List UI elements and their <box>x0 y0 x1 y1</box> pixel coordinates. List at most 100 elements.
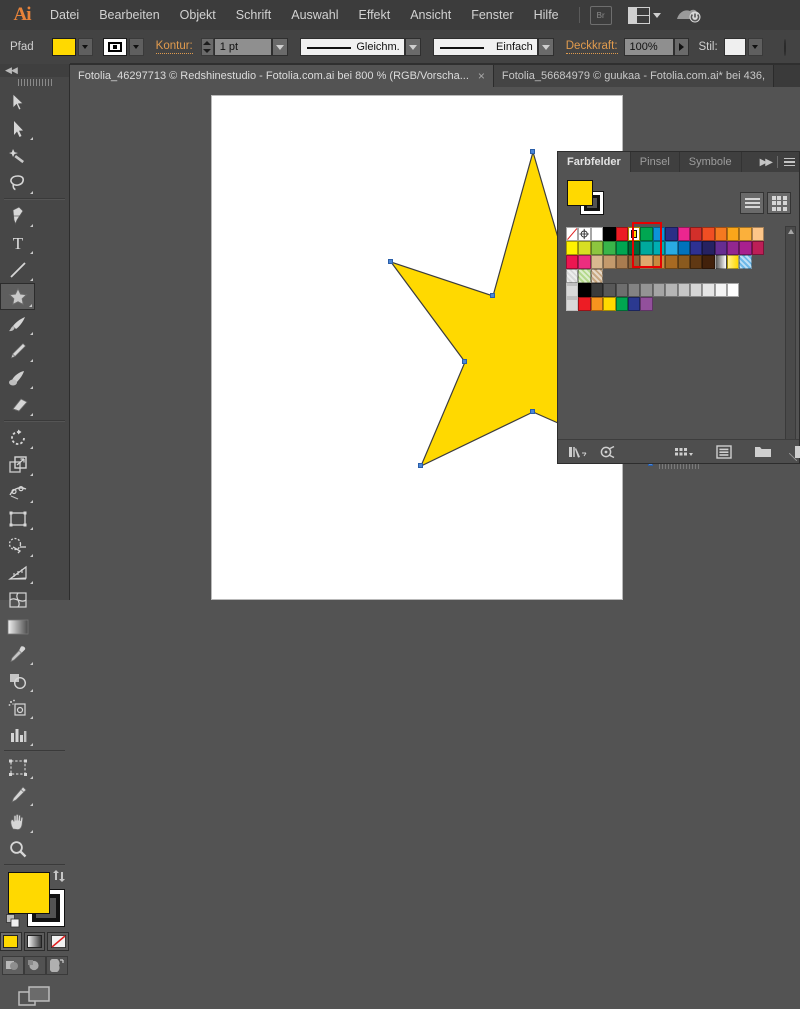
swatch-cell[interactable] <box>702 241 715 255</box>
swatch-cell[interactable] <box>689 283 703 297</box>
opacity-label[interactable]: Deckkraft: <box>565 40 618 54</box>
swatch-cell[interactable] <box>578 255 591 269</box>
swatch-cell[interactable] <box>714 241 728 255</box>
color-group-folder-icon[interactable] <box>566 283 579 297</box>
swatch-list-options-button[interactable] <box>716 444 732 459</box>
tool-width[interactable] <box>0 478 35 505</box>
swatch-registration[interactable] <box>578 227 591 241</box>
show-swatch-kinds-menu-button[interactable] <box>600 445 618 459</box>
width-profile-select[interactable]: Gleichm. <box>299 38 405 56</box>
swatch-cell[interactable] <box>702 283 715 297</box>
graphic-style-swatch[interactable] <box>723 38 746 56</box>
arrange-documents-button[interactable] <box>627 6 661 24</box>
swatch-cell[interactable] <box>627 255 641 269</box>
screen-mode-button[interactable] <box>0 985 69 1009</box>
swatch-cell[interactable] <box>652 241 666 255</box>
menu-item-fenster[interactable]: Fenster <box>461 0 523 30</box>
swatch-cell[interactable] <box>727 227 740 241</box>
document-tab-1[interactable]: Fotolia_46297713 © Redshinestudio - Foto… <box>70 65 494 87</box>
swatch-cell[interactable] <box>640 297 653 311</box>
swatch-cell[interactable] <box>603 255 616 269</box>
tool-pen[interactable] <box>0 202 35 229</box>
creative-cloud-sync-button[interactable] <box>675 6 701 24</box>
collapse-panel-icon[interactable]: ▶▶ <box>760 157 773 168</box>
menu-item-effekt[interactable]: Effekt <box>348 0 400 30</box>
tool-blend[interactable] <box>0 667 35 694</box>
default-fill-stroke-icon[interactable] <box>6 914 21 932</box>
tool-eraser[interactable] <box>0 391 35 418</box>
tool-star[interactable] <box>0 283 35 310</box>
opacity-dropdown[interactable] <box>673 38 689 56</box>
anchor-point[interactable] <box>490 293 495 298</box>
document-tab-2[interactable]: Fotolia_56684979 © guukaa - Fotolia.com.… <box>493 65 775 87</box>
swatch-cell[interactable] <box>615 227 628 241</box>
draw-inside-button[interactable] <box>45 956 68 975</box>
tool-scale[interactable] <box>0 451 35 478</box>
tool-shape-builder[interactable] <box>0 532 35 559</box>
tool-type[interactable]: T <box>0 229 35 256</box>
menu-item-ansicht[interactable]: Ansicht <box>400 0 461 30</box>
swatch-pattern[interactable] <box>739 255 752 269</box>
swatch-cell[interactable] <box>677 241 690 255</box>
current-fill-preview[interactable] <box>567 180 593 206</box>
swatch-cell[interactable] <box>640 241 653 255</box>
swatch-pattern[interactable] <box>590 269 604 283</box>
panel-menu-icon[interactable] <box>784 157 795 167</box>
anchor-point[interactable] <box>530 409 535 414</box>
menu-item-auswahl[interactable]: Auswahl <box>281 0 348 30</box>
panel-bottom-grip[interactable] <box>658 464 699 469</box>
swatch-cell[interactable] <box>578 297 591 311</box>
swatch-cell[interactable] <box>640 227 653 241</box>
swatch-cell[interactable] <box>677 255 690 269</box>
fill-dropdown-button[interactable] <box>77 38 93 56</box>
tool-zoom[interactable] <box>0 835 35 862</box>
menu-item-bearbeiten[interactable]: Bearbeiten <box>89 0 169 30</box>
new-color-group-button[interactable] <box>754 445 772 459</box>
anchor-point[interactable] <box>388 259 393 264</box>
anchor-point[interactable] <box>418 463 423 468</box>
panel-resize-grip[interactable] <box>789 453 797 461</box>
tools-panel-collapse-button[interactable]: ◀◀ <box>0 64 69 77</box>
tool-perspective-grid[interactable] <box>0 559 35 586</box>
swatch-cell[interactable] <box>590 297 604 311</box>
swatch-cell[interactable] <box>627 297 641 311</box>
menu-item-schrift[interactable]: Schrift <box>226 0 281 30</box>
swatch-cell[interactable] <box>652 255 666 269</box>
swatch-cell[interactable] <box>578 241 591 255</box>
fill-color-swatch[interactable] <box>51 38 76 56</box>
fill-color-box[interactable] <box>8 872 50 914</box>
swatch-pattern[interactable] <box>578 269 591 283</box>
menu-item-datei[interactable]: Datei <box>40 0 89 30</box>
swatch-cell[interactable] <box>751 241 765 255</box>
swatch-cell[interactable] <box>590 283 604 297</box>
menu-item-hilfe[interactable]: Hilfe <box>524 0 569 30</box>
swatch-cell[interactable] <box>615 241 628 255</box>
tool-gradient[interactable] <box>0 613 35 640</box>
tool-symbol-sprayer[interactable] <box>0 694 35 721</box>
swatch-libraries-menu-button[interactable] <box>568 445 588 459</box>
color-fill-button[interactable] <box>0 932 22 951</box>
stroke-dropdown-button[interactable] <box>128 38 144 56</box>
brush-definition-dropdown[interactable] <box>537 38 554 56</box>
swatch-cell[interactable] <box>652 283 666 297</box>
swatch-cell[interactable] <box>640 255 653 269</box>
swatch-pattern[interactable] <box>566 269 579 283</box>
tool-eyedropper[interactable] <box>0 640 35 667</box>
swap-fill-stroke-icon[interactable] <box>52 870 66 885</box>
swatch-cell[interactable] <box>566 241 579 255</box>
transparency-grid-icon[interactable] <box>783 38 786 56</box>
tab-symbole[interactable]: Symbole <box>680 152 742 172</box>
swatch-cell[interactable] <box>751 227 765 241</box>
swatch-cell[interactable] <box>615 255 628 269</box>
tool-rotate[interactable] <box>0 424 35 451</box>
tool-line-segment[interactable] <box>0 256 35 283</box>
tool-free-transform[interactable] <box>0 505 35 532</box>
tool-selection[interactable] <box>0 88 35 115</box>
anchor-point[interactable] <box>462 359 467 364</box>
swatch-cell[interactable] <box>566 255 579 269</box>
swatch-cell[interactable] <box>665 283 678 297</box>
swatch-cell[interactable] <box>677 283 690 297</box>
stroke-weight-label[interactable]: Kontur: <box>155 40 193 54</box>
tool-lasso[interactable] <box>0 169 35 196</box>
swatch-cell[interactable] <box>603 297 616 311</box>
